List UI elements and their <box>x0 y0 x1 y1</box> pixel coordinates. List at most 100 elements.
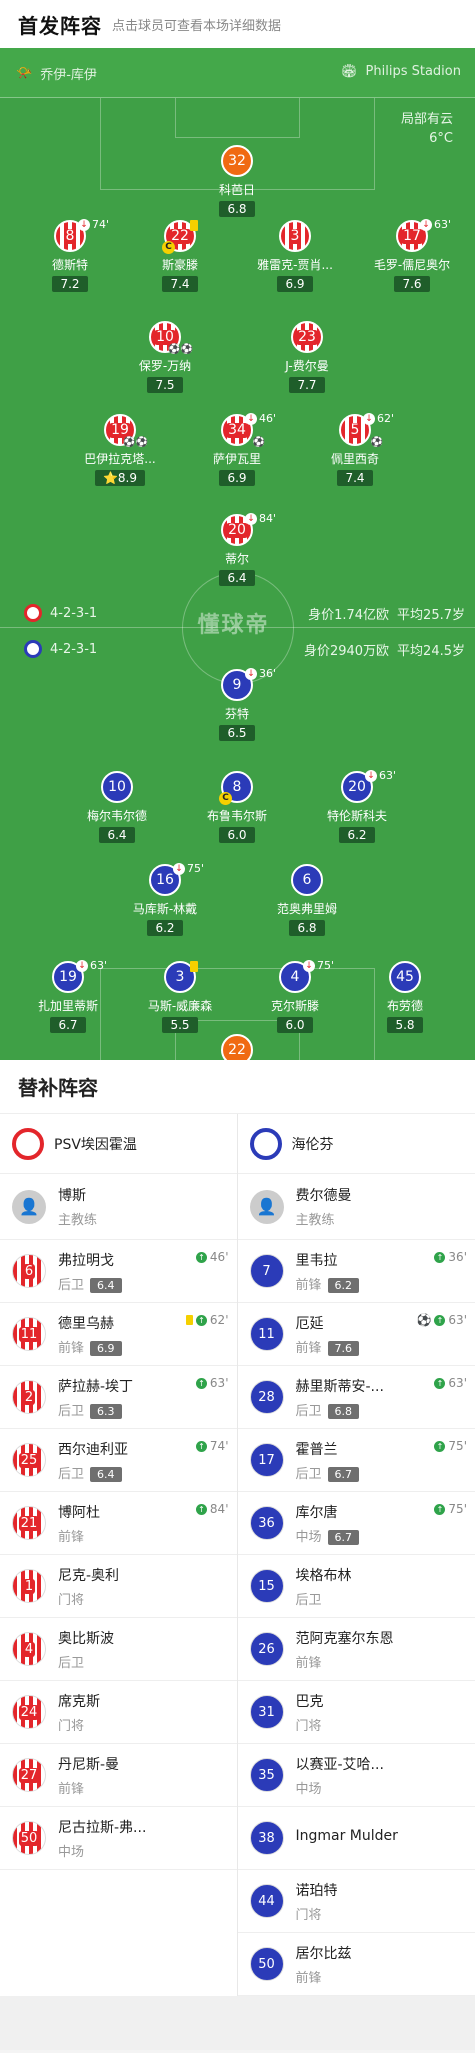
shirt-number: 45 <box>396 969 414 985</box>
sub-player-row[interactable]: 36 库尔唐 中场 6.7 ↑ 75' <box>237 1492 475 1555</box>
rating-value: 7.2 <box>60 277 80 291</box>
player-shirt-icon: 32 <box>221 145 253 177</box>
star-icon: ⭐ <box>102 471 118 485</box>
sub-player-row[interactable]: 4 奥比斯波 后卫 <box>0 1618 237 1681</box>
sub-minute-text: 84' <box>259 512 277 525</box>
sub-player-row[interactable]: 35 以赛亚-艾哈... 中场 <box>237 1744 475 1807</box>
player-marker[interactable]: 3 雅雷克-贾肖... 6.9 <box>235 220 355 292</box>
player-marker[interactable]: 22 C 斯豪滕 7.4 <box>120 220 240 292</box>
sub-player-row[interactable]: 50 居尔比兹 前锋 <box>237 1933 475 1996</box>
sub-player-info: 厄延 前锋 7.6 <box>296 1313 360 1356</box>
sub-on-minute: ⚽ ↑ 63' <box>416 1313 467 1327</box>
sub-player-row[interactable]: 6 弗拉明戈 后卫 6.4 ↑ 46' <box>0 1240 237 1303</box>
sub-player-info: 席克斯 门将 <box>58 1691 100 1734</box>
sub-minute-text: 62' <box>209 1313 229 1327</box>
player-marker[interactable]: 20 ↓ 63' 特伦斯科夫 6.2 <box>297 769 417 843</box>
heerenveen-logo-icon <box>249 1127 282 1160</box>
player-shirt-icon: 20 ↓ 63' <box>341 769 396 803</box>
player-rating: 6.0 <box>219 827 255 843</box>
sub-player-row[interactable]: 50 尼古拉斯-弗... 中场 <box>0 1807 237 1870</box>
player-rating: 6.9 <box>219 470 255 486</box>
player-marker[interactable]: 8 ↓ 74' 德斯特 7.2 <box>10 218 130 292</box>
rating-value: 6.5 <box>227 726 247 740</box>
shirt-number: 1 <box>22 1578 36 1594</box>
shirt-number: 27 <box>18 1767 40 1783</box>
home-team-row[interactable]: PSV埃因霍温 <box>0 1114 237 1174</box>
home-coach-row[interactable]: 👤 博斯 主教练 <box>0 1174 237 1240</box>
sub-player-position: 中场 <box>295 1781 322 1797</box>
player-marker[interactable]: 10 ⚽⚽ 保罗-万纳 7.5 <box>105 321 225 393</box>
sub-off-icon: ↓ <box>245 512 257 525</box>
subs-title: 替补阵容 <box>0 1060 475 1114</box>
shirt-number: 5 <box>348 421 362 438</box>
player-marker[interactable]: 20 ↓ 84' 蒂尔 6.4 <box>177 512 297 586</box>
player-marker[interactable]: 23 J-费尔曼 7.7 <box>247 321 367 393</box>
rating-value: 6.2 <box>155 921 175 935</box>
player-marker[interactable]: 5 ⚽ ↓ 62' 佩里西奇 7.4 <box>295 412 415 486</box>
player-marker[interactable]: 32 科芭日 6.8 <box>177 145 297 217</box>
sub-player-row[interactable]: 7 里韦拉 前锋 6.2 ↑ 36' <box>237 1240 475 1303</box>
player-name: J-费尔曼 <box>285 359 329 373</box>
player-marker[interactable]: 10 梅尔韦尔德 6.4 <box>57 771 177 843</box>
sub-player-row[interactable]: 24 席克斯 门将 <box>0 1681 237 1744</box>
sub-player-row[interactable]: 11 厄延 前锋 7.6 ⚽ ↑ 63' <box>237 1303 475 1366</box>
shirt-number: 2 <box>22 1389 36 1405</box>
sub-player-row[interactable]: 25 西尔迪利亚 后卫 6.4 ↑ 74' <box>0 1429 237 1492</box>
away-coach-row[interactable]: 👤 费尔德曼 主教练 <box>237 1174 475 1240</box>
player-marker[interactable]: 6 范奥弗里姆 6.8 <box>247 864 367 936</box>
player-name: 萨伊瓦里 <box>212 452 261 466</box>
sub-player-row[interactable]: 15 埃格布林 后卫 <box>237 1555 475 1618</box>
player-marker[interactable]: 22克拉弗博尔7.5 <box>177 1034 297 1060</box>
sub-player-row[interactable]: 11 德里乌赫 前锋 6.9 ↑ 62' <box>0 1303 237 1366</box>
shirt-number: 44 <box>258 1893 275 1909</box>
player-rating: 7.6 <box>394 276 430 292</box>
sub-player-row[interactable]: 2 萨拉赫-埃丁 后卫 6.3 ↑ 63' <box>0 1366 237 1429</box>
sub-player-row[interactable]: 31 巴克 门将 <box>237 1681 475 1744</box>
sub-player-rating: 6.7 <box>327 1466 360 1482</box>
player-marker[interactable]: 16 ↓ 75' 马库斯-林戴 6.2 <box>105 862 225 936</box>
sub-player-row[interactable]: 44 诺珀特 门将 <box>237 1870 475 1933</box>
sub-player-row[interactable]: 38 Ingmar Mulder <box>237 1807 475 1870</box>
sub-player-row[interactable]: 1 尼克-奥利 门将 <box>0 1555 237 1618</box>
sub-off-icon: ↓ <box>365 769 377 782</box>
sub-on-icon: ↑ <box>434 1251 446 1263</box>
sub-player-row[interactable]: 26 范阿克塞尔东恩 前锋 <box>237 1618 475 1681</box>
player-marker[interactable]: 8 C 布鲁韦尔斯 6.0 <box>177 771 297 843</box>
sub-off-icon: ↓ <box>173 862 185 875</box>
rating-value: 6.8 <box>227 202 247 216</box>
player-shirt-icon: 19 ⚽⚽ <box>104 414 148 448</box>
player-shirt-icon: 9 ↓ 36' <box>221 667 276 701</box>
player-marker[interactable]: 9 ↓ 36' 芬特 6.5 <box>177 667 297 741</box>
sub-off-icon: ↓ <box>245 667 257 680</box>
sub-player-info: 博阿杜 前锋 <box>58 1502 100 1545</box>
sub-player-position: 后卫 <box>295 1466 322 1482</box>
player-marker[interactable]: 19 ⚽⚽ 巴伊拉克塔... ⭐8.9 <box>60 414 180 486</box>
player-marker[interactable]: 3 马斯-威廉森 5.5 <box>120 961 240 1033</box>
player-marker[interactable]: 19 ↓ 63' 扎加里蒂斯 6.7 <box>8 959 128 1033</box>
player-marker[interactable]: 34 ⚽ ↓ 46' 萨伊瓦里 6.9 <box>177 412 297 486</box>
player-name: 保罗-万纳 <box>138 359 192 373</box>
sub-minute-text: 63' <box>448 1313 467 1327</box>
player-shirt-icon: 45 <box>389 961 421 993</box>
shirt-number: 6 <box>22 1263 36 1279</box>
sub-player-rating: 6.4 <box>90 1466 122 1482</box>
sub-player-row[interactable]: 21 博阿杜 前锋 ↑ 84' <box>0 1492 237 1555</box>
player-marker[interactable]: 4 ↓ 75' 克尔斯滕 6.0 <box>235 959 355 1033</box>
sub-player-position-line: 后卫 6.8 <box>296 1400 384 1419</box>
sub-player-row[interactable]: 17 霍普兰 后卫 6.7 ↑ 75' <box>237 1429 475 1492</box>
player-shirt-icon: 11 <box>12 1317 46 1351</box>
away-team-row[interactable]: 海伦芬 <box>237 1114 475 1174</box>
player-shirt-icon: 26 <box>249 1632 284 1666</box>
player-marker[interactable]: 17 ↓ 63' 毛罗-儒尼奥尔 7.6 <box>352 218 472 292</box>
player-marker[interactable]: 45 布劳德 5.8 <box>345 961 465 1033</box>
player-shirt-icon: 4 <box>12 1632 46 1666</box>
sub-player-row[interactable]: 27 丹尼斯-曼 前锋 <box>0 1744 237 1807</box>
sub-player-name: 以赛亚-艾哈... <box>295 1756 384 1773</box>
lineup-title: 首发阵容 <box>18 13 102 38</box>
sub-player-row[interactable]: 28 赫里斯蒂安-... 后卫 6.8 ↑ 63' <box>237 1366 475 1429</box>
sub-player-position: 前锋 <box>295 1655 322 1671</box>
player-shirt-icon: 31 <box>249 1695 284 1729</box>
sub-minute-text: 75' <box>317 959 335 972</box>
shirt-number: 11 <box>258 1326 275 1342</box>
captain-badge: C <box>219 792 232 805</box>
